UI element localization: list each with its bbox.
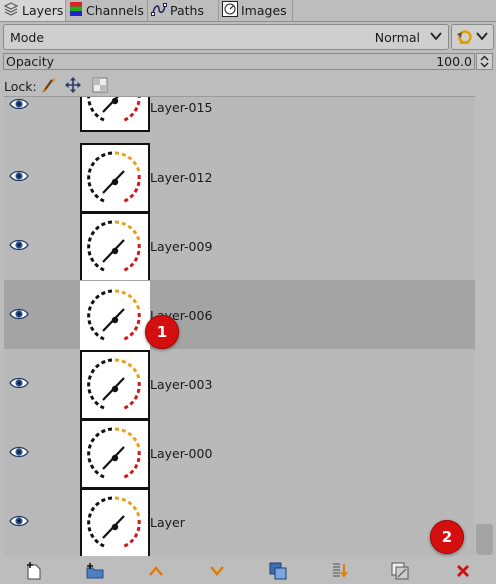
tab-images-label: Images: [241, 3, 287, 18]
layer-row[interactable]: Layer-000: [4, 418, 475, 489]
layer-thumbnail: [80, 97, 150, 132]
layer-name: Layer: [150, 515, 185, 530]
layer-thumbnail: [80, 350, 150, 420]
layer-thumbnail: [80, 212, 150, 282]
tab-layers-label: Layers: [22, 3, 64, 18]
lock-row: Lock:: [4, 77, 37, 95]
lock-label: Lock:: [4, 78, 37, 94]
layer-name: Layer-009: [150, 239, 213, 254]
layer-mask-icon: [391, 562, 409, 580]
duplicate-layer-button[interactable]: [269, 562, 287, 580]
eye-icon[interactable]: [9, 376, 29, 393]
layer-row[interactable]: Layer-009: [4, 211, 475, 282]
layer-list-scrollbar[interactable]: [476, 96, 494, 556]
eye-icon[interactable]: [9, 238, 29, 255]
chevron-down-icon: [429, 29, 443, 46]
dock-tabs: Layers Channels Paths Images: [0, 0, 496, 22]
lock-alpha-icon[interactable]: [92, 77, 108, 96]
paths-icon: [151, 2, 167, 19]
channels-icon: [69, 1, 83, 20]
chevron-up-icon: [149, 566, 163, 576]
tab-paths-label: Paths: [170, 3, 204, 18]
eye-icon[interactable]: [9, 445, 29, 462]
mode-value: Normal: [374, 30, 420, 45]
layer-thumbnail: [80, 143, 150, 213]
composite-mode-button[interactable]: [451, 24, 494, 50]
gauge-thumbnail-icon: [87, 220, 141, 273]
layer-name: Layer-012: [150, 170, 213, 185]
images-icon: [222, 1, 238, 20]
layer-thumbnail: [80, 281, 150, 351]
layer-toolbar: [0, 556, 496, 584]
delete-icon: [457, 565, 469, 577]
layer-thumbnail: [80, 488, 150, 557]
delete-layer-button[interactable]: [454, 562, 472, 580]
tab-layers[interactable]: Layers: [0, 0, 66, 21]
tab-channels-label: Channels: [86, 3, 144, 18]
eye-icon[interactable]: [9, 514, 29, 531]
new-layer-icon: [27, 562, 41, 580]
chevron-down-icon: [475, 29, 489, 46]
gauge-thumbnail-icon: [87, 358, 141, 411]
duplicate-icon: [269, 562, 287, 580]
folder-icon: [86, 563, 104, 579]
layer-row[interactable]: Layer: [4, 487, 475, 557]
opacity-slider[interactable]: Opacity 100.0: [3, 53, 475, 70]
lower-layer-button[interactable]: [208, 562, 226, 580]
annotation-badge: 2: [430, 520, 464, 554]
annotation-badge: 1: [145, 315, 179, 349]
mode-combo[interactable]: Mode Normal: [3, 24, 449, 50]
scrollbar-thumb[interactable]: [476, 524, 493, 555]
eye-icon[interactable]: [9, 97, 29, 114]
layer-row[interactable]: Layer-003: [4, 349, 475, 420]
eye-icon[interactable]: [9, 307, 29, 324]
gauge-thumbnail-icon: [87, 289, 141, 342]
tab-paths[interactable]: Paths: [148, 0, 219, 21]
eye-icon[interactable]: [9, 169, 29, 186]
chevron-down-icon: [210, 566, 224, 576]
gauge-thumbnail-icon: [87, 97, 141, 123]
mask-layer-button[interactable]: [391, 562, 409, 580]
opacity-value: 100.0: [436, 54, 472, 69]
new-layer-button[interactable]: [25, 562, 43, 580]
tab-images[interactable]: Images: [219, 0, 293, 21]
lock-position-icon[interactable]: [65, 77, 81, 96]
new-layer-group-button[interactable]: [86, 562, 104, 580]
layer-list: Layer-015 Layer-012 Layer-009 Layer-006 …: [4, 96, 475, 557]
merge-layer-button[interactable]: [330, 562, 348, 580]
lock-pixels-icon[interactable]: [41, 77, 57, 96]
layer-name: Layer-015: [150, 100, 213, 115]
layer-thumbnail: [80, 419, 150, 489]
spinner-arrows-icon: [480, 55, 489, 68]
opacity-spinner[interactable]: [476, 53, 493, 70]
layers-icon: [3, 2, 19, 19]
mode-label: Mode: [10, 30, 45, 45]
tab-channels[interactable]: Channels: [66, 0, 148, 21]
opacity-label: Opacity: [6, 54, 55, 69]
opacity-fill: [4, 54, 474, 69]
layer-row[interactable]: Layer-012: [4, 142, 475, 213]
layer-name: Layer-000: [150, 446, 213, 461]
reset-mode-icon: [456, 29, 473, 49]
anchor-merge-icon: [333, 563, 348, 578]
layer-row-selected[interactable]: Layer-006: [4, 280, 475, 351]
raise-layer-button[interactable]: [147, 562, 165, 580]
layer-name: Layer-003: [150, 377, 213, 392]
gauge-thumbnail-icon: [87, 151, 141, 204]
layer-row[interactable]: Layer-015: [4, 97, 475, 132]
gauge-thumbnail-icon: [87, 427, 141, 480]
gauge-thumbnail-icon: [87, 496, 141, 549]
